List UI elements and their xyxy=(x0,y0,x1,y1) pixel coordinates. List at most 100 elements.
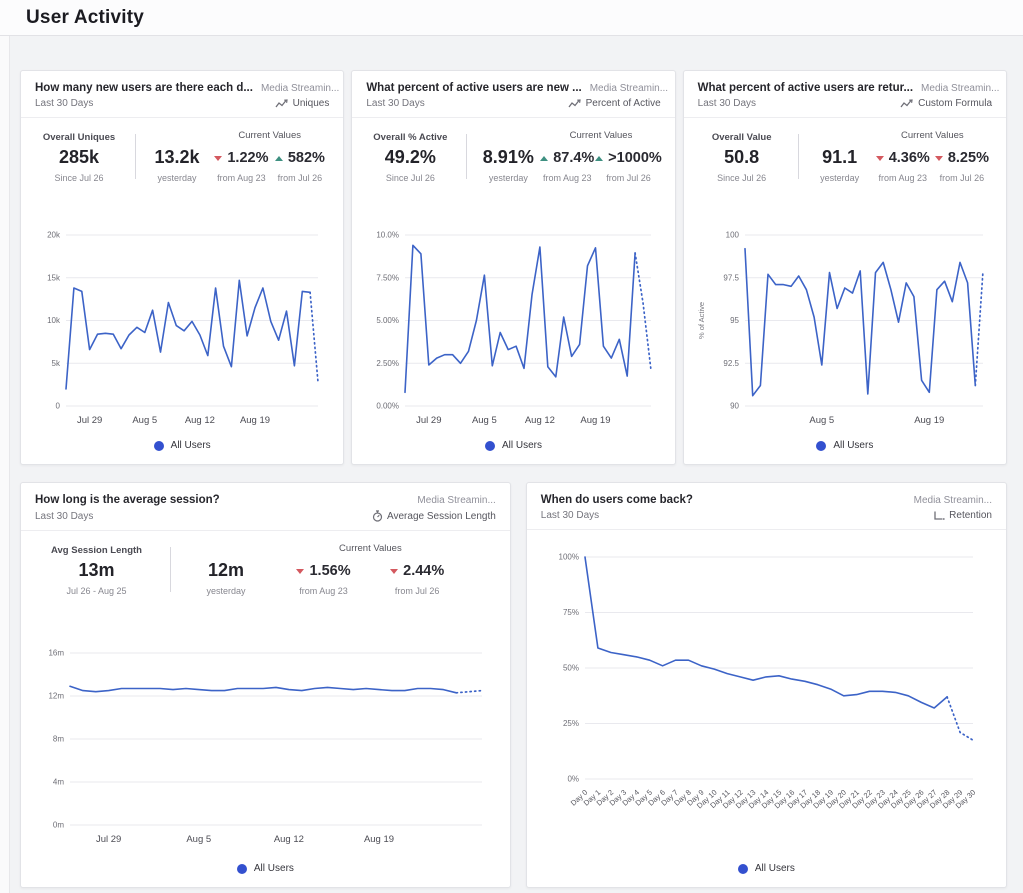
legend-dot xyxy=(485,441,495,451)
divider xyxy=(466,134,467,179)
chart-legend[interactable]: All Users xyxy=(527,855,1006,887)
card-title-link[interactable]: What percent of active users are new ... xyxy=(366,82,581,94)
card-header: What percent of active users are new ...… xyxy=(352,71,674,118)
line-chart[interactable]: 0.00%2.50%5.00%7.50%10.0%Jul 29Aug 5Aug … xyxy=(352,185,674,432)
metric-label: Custom Formula xyxy=(918,98,992,109)
trend-line-icon xyxy=(900,99,914,109)
chart-legend[interactable]: All Users xyxy=(21,432,343,464)
percent-active-chart[interactable]: 0.00%2.50%5.00%7.50%10.0%Jul 29Aug 5Aug … xyxy=(361,227,665,432)
stat-label: Overall % Active xyxy=(368,132,452,143)
current-values-label: Current Values xyxy=(871,130,994,141)
stats-strip: Avg Session Length 13m Jul 26 - Aug 25 1… xyxy=(21,531,510,598)
delta-value: 1.22% xyxy=(227,150,268,166)
delta-direction-icon xyxy=(390,569,398,574)
line-chart[interactable]: 0%25%50%75%100%Day 0Day 1Day 2Day 3Day 4… xyxy=(527,530,1006,855)
date-range-label: Last 30 Days xyxy=(35,511,93,522)
svg-text:Aug 19: Aug 19 xyxy=(914,415,944,426)
card-title-link[interactable]: How long is the average session? xyxy=(35,494,220,506)
svg-text:20k: 20k xyxy=(47,231,61,240)
trend-line-icon xyxy=(275,99,289,109)
trend-line-icon xyxy=(568,99,582,109)
svg-text:Aug 19: Aug 19 xyxy=(364,834,394,845)
legend-dot xyxy=(154,441,164,451)
card-header: How long is the average session? Media S… xyxy=(21,483,510,531)
uniques-chart[interactable]: 05k10k15k20kJul 29Aug 5Aug 12Aug 19 xyxy=(30,227,334,432)
svg-text:Jul 29: Jul 29 xyxy=(96,834,121,845)
svg-text:100: 100 xyxy=(725,231,739,240)
svg-text:100%: 100% xyxy=(559,552,579,561)
svg-text:Aug 12: Aug 12 xyxy=(185,415,215,426)
retention-icon xyxy=(933,510,945,521)
delta-sub: from Jul 26 xyxy=(606,173,651,183)
session-length-chart[interactable]: 0m4m8m12m16mJul 29Aug 5Aug 12Aug 19 xyxy=(32,643,498,855)
delta-direction-icon xyxy=(876,156,884,161)
stat-sub: Since Jul 26 xyxy=(700,173,784,183)
stat-sub: Jul 26 - Aug 25 xyxy=(51,586,142,596)
divider xyxy=(170,547,171,592)
delta-stat: 87.4% from Aug 23 xyxy=(540,150,594,183)
delta-direction-icon xyxy=(595,156,603,161)
date-range-label: Last 30 Days xyxy=(698,98,756,109)
line-chart[interactable]: 0m4m8m12m16mJul 29Aug 5Aug 12Aug 19 xyxy=(21,598,510,855)
line-chart[interactable]: 9092.59597.5100Aug 5Aug 19% of Active xyxy=(684,185,1006,432)
svg-text:16m: 16m xyxy=(49,649,65,658)
card-avg-session: How long is the average session? Media S… xyxy=(20,482,511,888)
delta-sub: from Jul 26 xyxy=(395,586,440,596)
delta-sub: from Jul 26 xyxy=(278,173,323,183)
divider xyxy=(798,134,799,179)
metric-label: Retention xyxy=(949,510,992,521)
card-source-label: Media Streamin... xyxy=(921,83,999,94)
card-source-label: Media Streamin... xyxy=(261,83,339,94)
metric-label: Uniques xyxy=(293,98,330,109)
page-header: User Activity xyxy=(0,0,1023,36)
stat-sub: Since Jul 26 xyxy=(368,173,452,183)
line-chart[interactable]: 05k10k15k20kJul 29Aug 5Aug 12Aug 19 xyxy=(21,185,343,432)
card-header: What percent of active users are retur..… xyxy=(684,71,1006,118)
legend-label: All Users xyxy=(502,440,542,451)
retention-chart[interactable]: 0%25%50%75%100%Day 0Day 1Day 2Day 3Day 4… xyxy=(537,541,995,845)
svg-text:2.50%: 2.50% xyxy=(377,359,400,368)
card-header: How many new users are there each d... M… xyxy=(21,71,343,118)
card-title-link[interactable]: How many new users are there each d... xyxy=(35,82,253,94)
card-title-link[interactable]: What percent of active users are retur..… xyxy=(698,82,913,94)
stat-label: Overall Uniques xyxy=(37,132,121,143)
delta-stat: 1.56% from Aug 23 xyxy=(296,563,350,596)
stat-sub: Since Jul 26 xyxy=(37,173,121,183)
delta-value: 4.36% xyxy=(889,150,930,166)
svg-text:75%: 75% xyxy=(563,608,579,617)
svg-text:12m: 12m xyxy=(49,692,65,701)
metric-type: Retention xyxy=(933,510,992,521)
card-title-link[interactable]: When do users come back? xyxy=(541,494,693,506)
stat-label: Avg Session Length xyxy=(51,545,142,556)
stat-sub: yesterday xyxy=(809,173,871,183)
svg-text:0%: 0% xyxy=(568,774,580,783)
chart-legend[interactable]: All Users xyxy=(684,432,1006,464)
card-header: When do users come back? Media Streamin.… xyxy=(527,483,1006,530)
chart-legend[interactable]: All Users xyxy=(352,432,674,464)
legend-label: All Users xyxy=(755,863,795,874)
svg-text:Aug 12: Aug 12 xyxy=(274,834,304,845)
delta-direction-icon xyxy=(296,569,304,574)
svg-text:10k: 10k xyxy=(47,316,61,325)
returning-percent-chart[interactable]: 9092.59597.5100Aug 5Aug 19% of Active xyxy=(693,227,997,432)
stat-value: 285k xyxy=(37,147,121,168)
chart-legend[interactable]: All Users xyxy=(21,855,510,887)
legend-label: All Users xyxy=(254,863,294,874)
legend-dot xyxy=(237,864,247,874)
svg-text:Jul 29: Jul 29 xyxy=(77,415,102,426)
stat-value: 49.2% xyxy=(368,147,452,168)
legend-dot xyxy=(738,864,748,874)
svg-text:8m: 8m xyxy=(53,735,64,744)
legend-dot xyxy=(816,441,826,451)
card-row-top: How many new users are there each d... M… xyxy=(20,70,1007,465)
svg-text:15k: 15k xyxy=(47,273,61,282)
delta-value: 1.56% xyxy=(309,563,350,579)
date-range-label: Last 30 Days xyxy=(35,98,93,109)
delta-stat: 8.25% from Jul 26 xyxy=(935,150,989,183)
delta-sub: from Jul 26 xyxy=(940,173,985,183)
card-percent-new: What percent of active users are new ...… xyxy=(351,70,675,465)
current-values-label: Current Values xyxy=(257,543,484,554)
delta-stat: >1000% from Jul 26 xyxy=(595,150,662,183)
svg-text:Aug 19: Aug 19 xyxy=(581,415,611,426)
metric-type: Average Session Length xyxy=(372,510,496,522)
